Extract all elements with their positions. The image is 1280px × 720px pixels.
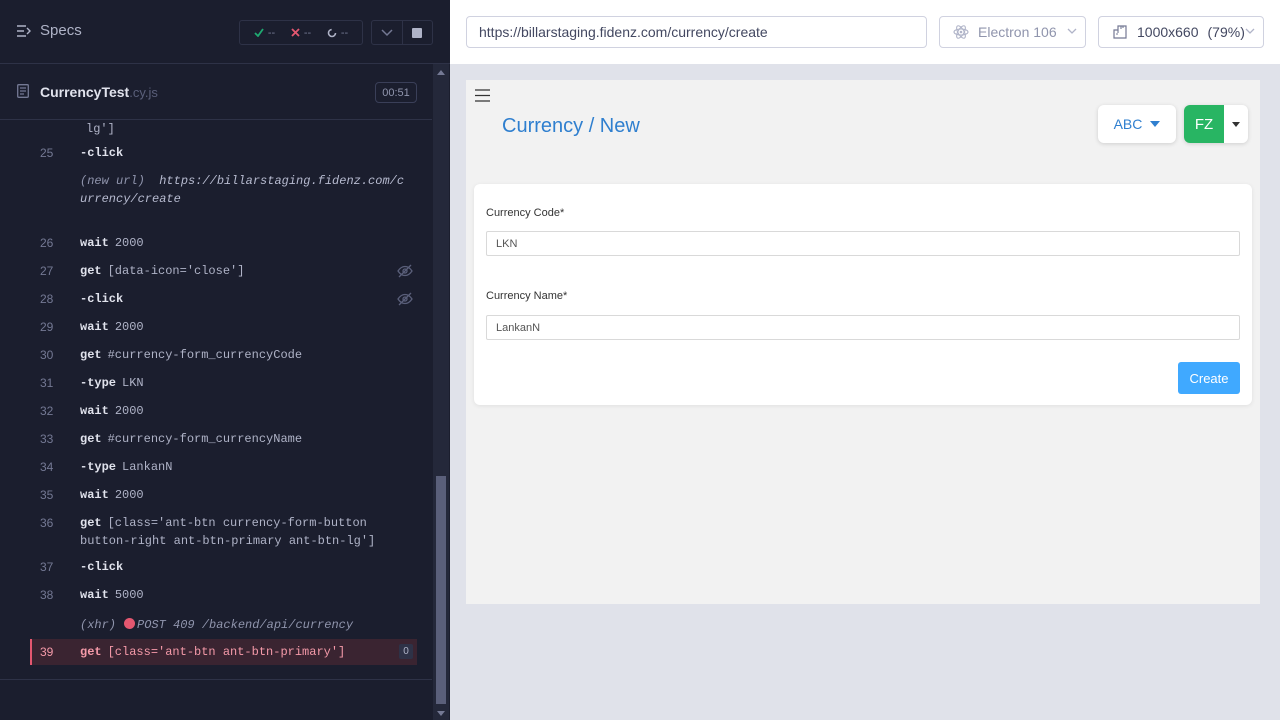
scroll-up-arrow[interactable] [437, 70, 445, 75]
xhr-error-dot [124, 618, 136, 629]
command-row[interactable]: 37 -click [30, 558, 417, 576]
spec-duration: 00:51 [375, 82, 417, 103]
specs-button[interactable]: Specs [16, 22, 82, 39]
command-number: 39 [40, 645, 54, 659]
failed-stat: -- [291, 27, 311, 39]
avatar[interactable]: FZ [1184, 105, 1224, 143]
command-message: lg'] [86, 122, 115, 136]
app-iframe: Currency / New ABC FZ Currency Code* LKN… [466, 80, 1260, 604]
command-row[interactable]: 34 -type LankanN [30, 458, 417, 476]
command-url-info: (new url) https://billarstaging.fidenz.c… [80, 174, 405, 206]
currency-name-input[interactable]: LankanN [486, 315, 1240, 340]
reporter-header: Specs -- -- -- [0, 0, 450, 64]
run-controls [371, 20, 433, 45]
command-row[interactable]: lg'] [30, 120, 417, 138]
currency-code-label: Currency Code* [486, 207, 565, 219]
scroll-down-arrow[interactable] [437, 711, 445, 716]
ruler-icon [1113, 25, 1127, 39]
create-button[interactable]: Create [1178, 362, 1240, 394]
app-under-test-panel: https://billarstaging.fidenz.com/currenc… [450, 0, 1280, 720]
pending-icon [327, 28, 337, 37]
command-list: lg'] 25 -click (new url) https://billars… [0, 120, 432, 680]
command-row[interactable]: 25 -click [30, 144, 417, 162]
command-row[interactable]: 28 -click [30, 290, 417, 308]
command-row[interactable]: 26 wait 2000 [30, 234, 417, 252]
command-row[interactable]: 38 wait 5000 [30, 586, 417, 604]
caret-down-icon [1232, 121, 1240, 127]
spec-header[interactable]: CurrencyTest.cy.js 00:51 [0, 65, 432, 120]
browser-name: Electron 106 [978, 24, 1057, 40]
spec-extension: .cy.js [129, 85, 158, 100]
viewport-size: 1000x660 [1137, 24, 1199, 40]
company-dropdown[interactable]: ABC [1098, 105, 1176, 143]
chevron-down-icon [1067, 28, 1077, 34]
page-title: Currency / New [502, 115, 640, 137]
user-menu[interactable]: FZ [1184, 105, 1248, 143]
xhr-log-row[interactable]: (xhr) POST 409 /backend/api/currency [30, 616, 417, 634]
command-row[interactable]: 35 wait 2000 [30, 486, 417, 504]
chevron-down-icon [1245, 28, 1255, 34]
currency-name-label: Currency Name* [486, 290, 568, 302]
passed-stat: -- [254, 27, 275, 39]
pending-stat: -- [327, 27, 348, 39]
url-bar[interactable]: https://billarstaging.fidenz.com/currenc… [466, 16, 927, 48]
command-number: 25 [40, 146, 54, 160]
stop-icon[interactable] [403, 21, 433, 44]
x-icon [291, 28, 300, 37]
failed-command-row[interactable]: 39 get [class='ant-btn ant-btn-primary'] … [30, 639, 417, 665]
specs-label: Specs [40, 22, 82, 39]
file-icon [17, 84, 29, 98]
user-dropdown-toggle[interactable] [1224, 105, 1248, 143]
eye-slash-icon [397, 264, 413, 278]
command-row[interactable]: 30 get #currency-form_currencyCode [30, 346, 417, 364]
eye-slash-icon [397, 292, 413, 306]
scrollbar[interactable] [433, 64, 449, 720]
passed-count: -- [267, 26, 276, 39]
command-name: -click [80, 146, 124, 160]
command-row[interactable]: 27 get [data-icon='close'] [30, 262, 417, 280]
xhr-text: POST 409 /backend/api/currency [137, 618, 354, 632]
viewport-selector[interactable]: 1000x660 (79%) [1098, 16, 1264, 48]
electron-icon [953, 25, 969, 39]
command-log-panel: Specs -- -- -- CurrencyTest.cy.js 00:51 [0, 0, 450, 720]
currency-form: Currency Code* LKN Currency Name* Lankan… [474, 184, 1252, 405]
hamburger-menu-icon[interactable] [475, 89, 490, 102]
pending-count: -- [340, 26, 349, 39]
specs-list-icon [17, 24, 31, 37]
aut-header: https://billarstaging.fidenz.com/currenc… [450, 0, 1280, 64]
currency-code-input[interactable]: LKN [486, 231, 1240, 256]
chevron-down-icon[interactable] [372, 21, 403, 44]
spec-name: CurrencyTest.cy.js [40, 84, 158, 100]
command-row[interactable]: 31 -type LKN [30, 374, 417, 392]
command-row[interactable]: 32 wait 2000 [30, 402, 417, 420]
browser-selector[interactable]: Electron 106 [939, 16, 1086, 48]
command-row[interactable]: 33 get #currency-form_currencyName [30, 430, 417, 448]
test-stats: -- -- -- [239, 20, 363, 45]
check-icon [254, 28, 264, 37]
command-row[interactable]: 36 get [class='ant-btn currency-form-butt… [30, 514, 417, 550]
divider [0, 679, 432, 680]
caret-down-icon [1150, 121, 1161, 127]
company-name: ABC [1113, 116, 1143, 132]
command-row[interactable]: 29 wait 2000 [30, 318, 417, 336]
scroll-thumb[interactable] [436, 476, 446, 704]
element-count-badge: 0 [399, 644, 413, 659]
viewport-scale: (79%) [1207, 24, 1245, 40]
failed-count: -- [303, 26, 312, 39]
